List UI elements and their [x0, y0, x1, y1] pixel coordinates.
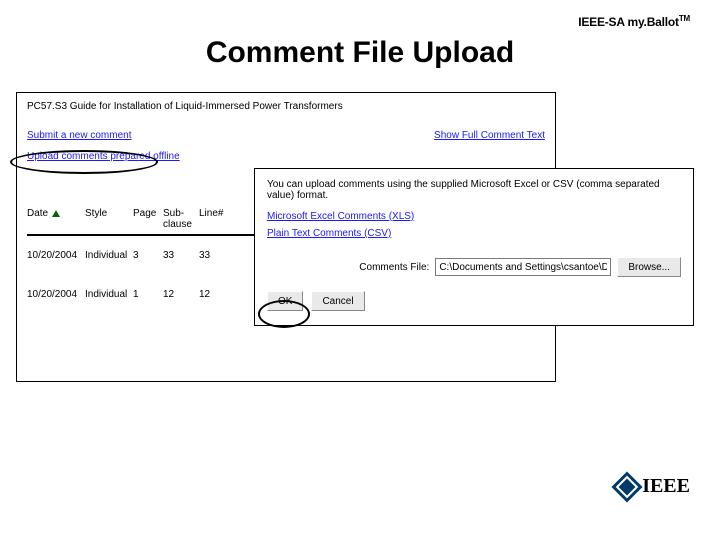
brand-label: IEEE-SA my.BallotTM: [578, 14, 690, 29]
upload-offline-link[interactable]: Upload comments prepared offline: [27, 151, 180, 162]
table-row: 10/20/2004 Individual 3 33 33: [27, 236, 257, 275]
col-style[interactable]: Style: [85, 208, 133, 230]
comments-file-label: Comments File:: [359, 262, 429, 273]
ieee-logo: IEEE: [616, 475, 690, 498]
col-subclause[interactable]: Sub-clause: [163, 208, 199, 230]
col-page[interactable]: Page: [133, 208, 163, 230]
table-header: Date Style Page Sub-clause Line#: [27, 208, 257, 236]
comments-table: Date Style Page Sub-clause Line# 10/20/2…: [27, 208, 257, 314]
file-field-row: Comments File: Browse...: [267, 257, 681, 277]
upload-dialog: You can upload comments using the suppli…: [254, 168, 694, 326]
download-csv-template-link[interactable]: Plain Text Comments (CSV): [267, 228, 391, 239]
browse-button[interactable]: Browse...: [617, 257, 681, 277]
ieee-diamond-icon: [612, 471, 643, 502]
col-date[interactable]: Date: [27, 208, 85, 230]
download-xls-template-link[interactable]: Microsoft Excel Comments (XLS): [267, 211, 414, 222]
page-title: Comment File Upload: [0, 36, 720, 70]
brand-prefix: IEEE-SA my.: [578, 15, 647, 29]
trademark-symbol: TM: [679, 14, 690, 23]
brand-name: Ballot: [647, 15, 679, 29]
col-line[interactable]: Line#: [199, 208, 235, 230]
ok-button[interactable]: OK: [267, 291, 303, 311]
show-full-comment-text-link[interactable]: Show Full Comment Text: [434, 130, 545, 141]
document-title: PC57.S3 Guide for Installation of Liquid…: [27, 101, 545, 112]
comments-file-input[interactable]: [435, 258, 611, 276]
dialog-description: You can upload comments using the suppli…: [267, 179, 681, 201]
submit-new-comment-link[interactable]: Submit a new comment: [27, 130, 132, 141]
sort-asc-icon: [52, 210, 60, 217]
cancel-button[interactable]: Cancel: [311, 291, 364, 311]
ieee-logo-text: IEEE: [642, 475, 690, 498]
table-row: 10/20/2004 Individual 1 12 12: [27, 275, 257, 314]
